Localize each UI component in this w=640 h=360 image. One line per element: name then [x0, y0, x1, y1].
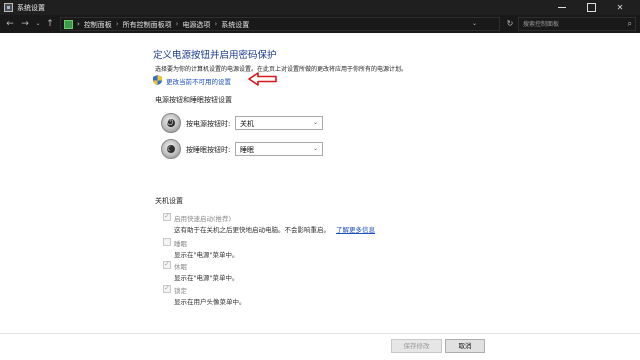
breadcrumb[interactable]: › 控制面板 › 所有控制面板项 › 电源选项 › 系统设置 ⌄ — [60, 17, 500, 31]
address-bar: ← → ⌄ ↑ › 控制面板 › 所有控制面板项 › 电源选项 › 系统设置 ⌄… — [0, 15, 640, 33]
sleep-button-label: 按睡眠按钮时: — [186, 146, 231, 154]
main-content: 定义电源按钮并启用密码保护 选择要为你的计算机设置的电源设置。在此页上对设置所做… — [0, 33, 640, 360]
sleep-button-icon: ☾ — [161, 139, 181, 159]
sleep-button-select[interactable]: 睡眠 ⌄ — [235, 142, 323, 156]
breadcrumb-sep: › — [175, 20, 179, 28]
power-button-label: 按电源按钮时: — [186, 120, 231, 128]
footer-divider — [0, 333, 640, 334]
uac-shield-icon — [153, 75, 162, 85]
chevron-down-icon: ⌄ — [312, 119, 318, 126]
up-arrow-icon[interactable]: ↑ — [44, 18, 56, 30]
search-box[interactable]: ⌕ — [518, 17, 636, 31]
power-button-icon: ⏻ — [161, 113, 181, 133]
learn-more-link[interactable]: 了解更多信息 — [336, 226, 375, 234]
hibernate-option-label: 休眠 — [174, 263, 187, 271]
control-panel-icon — [64, 20, 73, 29]
breadcrumb-control-panel[interactable]: 控制面板 — [84, 20, 112, 30]
lock-option-description: 显示在用户头像菜单中。 — [174, 298, 246, 306]
save-changes-button[interactable]: 保存修改 — [391, 339, 442, 353]
power-button-value: 关机 — [240, 120, 254, 128]
fast-startup-label: 启用快速启动(推荐) — [174, 215, 232, 223]
fast-startup-description-text: 这有助于在关机之后更快地启动电脑。不会影响重启。 — [174, 226, 330, 234]
breadcrumb-sep: › — [77, 20, 80, 28]
page-description: 选择要为你的计算机设置的电源设置。在此页上对设置所做的更改将应用于你所有的电源计… — [155, 66, 408, 73]
sleep-option-description: 显示在"电源"菜单中。 — [174, 251, 239, 259]
search-input[interactable] — [523, 19, 618, 29]
sleep-glyph: ☾ — [167, 145, 174, 153]
hibernate-option-description: 显示在"电源"菜单中。 — [174, 274, 239, 282]
breadcrumb-sep: › — [115, 20, 119, 28]
breadcrumb-all-items[interactable]: 所有控制面板项 — [123, 20, 172, 30]
power-glyph: ⏻ — [167, 118, 174, 127]
sleep-button-value: 睡眠 — [240, 146, 254, 154]
forward-arrow-icon[interactable]: → — [19, 18, 31, 30]
fast-startup-description: 这有助于在关机之后更快地启动电脑。不会影响重启。 了解更多信息 — [174, 224, 375, 234]
breadcrumb-power-options[interactable]: 电源选项 — [182, 20, 210, 30]
title-bar: 系统设置 ✕ — [0, 0, 640, 15]
shutdown-section-heading: 关机设置 — [155, 197, 183, 205]
minimize-icon[interactable] — [548, 0, 576, 15]
lock-option-label: 锁定 — [174, 287, 187, 295]
window-title: 系统设置 — [17, 4, 45, 12]
back-arrow-icon[interactable]: ← — [4, 18, 16, 30]
cancel-button[interactable]: 取消 — [445, 339, 485, 353]
address-dropdown-icon[interactable]: ⌄ — [472, 20, 477, 27]
power-section-heading: 电源按钮和睡眠按钮设置 — [155, 96, 232, 104]
close-icon[interactable]: ✕ — [606, 0, 634, 15]
breadcrumb-system-settings[interactable]: 系统设置 — [221, 20, 249, 30]
breadcrumb-items: › 控制面板 › 所有控制面板项 › 电源选项 › 系统设置 — [77, 20, 249, 30]
sleep-checkbox[interactable] — [163, 238, 171, 246]
lock-checkbox[interactable] — [163, 284, 171, 293]
change-unavailable-settings-link[interactable]: 更改当前不可用的设置 — [166, 76, 231, 86]
annotation-arrow-icon — [248, 72, 277, 86]
recent-locations-chevron-icon[interactable]: ⌄ — [32, 18, 44, 30]
page-title: 定义电源按钮并启用密码保护 — [153, 50, 277, 61]
fast-startup-checkbox[interactable] — [163, 212, 171, 221]
hibernate-checkbox[interactable] — [163, 260, 171, 269]
sleep-option-label: 睡眠 — [174, 240, 187, 248]
breadcrumb-sep: › — [214, 20, 218, 28]
settings-window-icon — [4, 3, 13, 12]
search-icon[interactable]: ⌕ — [628, 19, 632, 29]
maximize-icon[interactable] — [577, 0, 605, 15]
refresh-icon[interactable]: ↻ — [504, 18, 516, 30]
chevron-down-icon: ⌄ — [312, 145, 318, 152]
power-button-select[interactable]: 关机 ⌄ — [235, 116, 323, 130]
